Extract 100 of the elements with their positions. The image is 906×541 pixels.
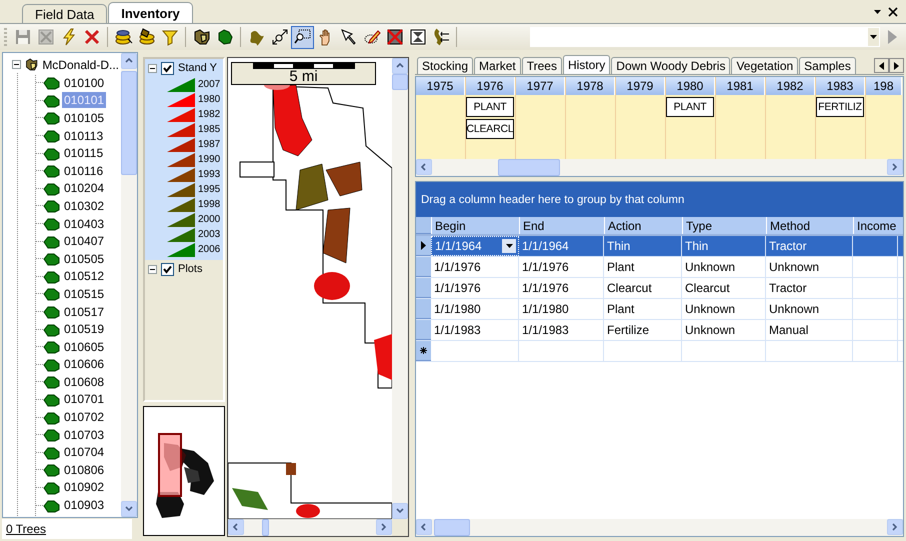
tab-scroll-button[interactable] [874,58,889,73]
scroll-thumb[interactable] [498,159,560,176]
tab[interactable]: Vegetation [731,57,798,74]
polygon-icon [43,462,60,478]
scroll-arrow-button[interactable] [416,159,432,175]
tab[interactable]: Down Woody Debris [611,57,730,74]
tree-item[interactable]: 010115 [62,145,106,162]
dropdown-button[interactable] [502,239,516,253]
table-row[interactable]: 1/1/1976 1/1/1976 Plant Unknown Unknown [416,257,903,278]
column-header[interactable]: Type [682,217,766,234]
table-cell: Unknown [766,299,853,319]
close-icon[interactable] [888,6,898,16]
tree-item[interactable]: 010605 [62,338,106,355]
legend-label: 1987 [198,139,220,150]
tree-item[interactable]: 010902 [62,479,106,496]
expander-icon[interactable] [148,64,157,72]
document-tab[interactable]: Field Data [22,4,108,23]
caret-down-icon [506,244,512,248]
scrollbar[interactable] [228,519,392,536]
expander-icon[interactable] [12,60,21,69]
tab[interactable]: History [562,55,610,74]
tree-item[interactable]: 010302 [62,198,106,214]
table-row[interactable]: 1/1/1964 1/1/1964 Thin Thin Tractor [416,236,903,257]
hourglass-frame-icon [408,28,426,46]
tab[interactable]: Market [474,57,521,74]
tree-item[interactable]: 010116 [62,162,106,179]
tree-item[interactable]: 010403 [62,216,106,232]
column-header[interactable]: Method [766,217,853,234]
document-tab[interactable]: Inventory [108,2,193,23]
checkbox[interactable] [161,262,174,276]
scroll-arrow-button[interactable] [392,503,408,519]
table-cell: Plant [604,299,682,319]
tree-item[interactable]: 010702 [62,409,106,426]
tree-item[interactable]: 010903 [62,497,106,514]
timeline-event[interactable]: CLEARCL [466,119,514,139]
year-header: 1983 [816,77,865,95]
table-row[interactable]: 1/1/1983 1/1/1983 Fertilize Unknown Manual [416,320,903,341]
scroll-arrow-button[interactable] [228,519,244,535]
scroll-thumb[interactable] [121,71,137,175]
tree-item[interactable]: 010704 [62,444,106,460]
combo-field[interactable] [530,27,880,47]
tree-item[interactable]: 010505 [62,250,106,267]
scroll-arrow-button[interactable] [376,519,392,535]
tree-item[interactable]: 010105 [62,110,106,126]
dropdown-button[interactable] [868,28,879,46]
scroll-arrow-button[interactable] [392,58,408,74]
scroll-thumb[interactable] [262,519,269,536]
tab[interactable]: Trees [522,57,562,74]
tree-item[interactable]: 010703 [62,426,106,443]
scrollbar[interactable] [416,519,903,536]
toolbar-button[interactable] [291,26,314,48]
expander-icon[interactable] [148,264,157,274]
tree-item[interactable]: 010204 [62,180,106,196]
tree-item[interactable]: 010519 [62,321,106,338]
cell-value: 1/1/1964 [435,239,482,253]
year-header: 1981 [716,77,765,95]
checkbox[interactable] [161,62,174,74]
tree-item[interactable]: 010701 [62,391,106,408]
row-header[interactable] [416,341,431,361]
timeline-event[interactable]: FERTILIZ [816,97,864,117]
row-header[interactable] [416,236,431,256]
timeline-event[interactable]: PLANT [666,97,714,117]
scrollbar[interactable] [392,58,408,519]
year-header: 1976 [466,77,515,95]
scroll-arrow-button[interactable] [121,53,137,69]
scrollbar[interactable] [416,159,903,176]
tab[interactable]: Stocking [417,57,474,74]
scroll-arrow-button[interactable] [887,519,903,535]
tree-item[interactable]: 010517 [62,304,106,320]
layer-label: Stand Y [178,62,217,74]
tab-scroll-button[interactable] [889,58,904,73]
paint-bucket-icon [138,28,156,46]
tree-item[interactable]: 010512 [62,268,106,284]
column-header[interactable]: Begin [431,217,519,234]
tree-item[interactable]: 010806 [62,462,106,478]
scroll-thumb[interactable] [392,74,408,90]
tree-item[interactable]: McDonald-D... [40,56,121,72]
scrollbar[interactable] [121,53,137,517]
chevron-up-icon [396,62,404,70]
tree-item[interactable]: 010606 [62,356,106,372]
legend-label: 2007 [198,79,220,90]
scroll-arrow-button[interactable] [887,159,903,175]
table-row[interactable]: 1/1/1980 1/1/1980 Plant Unknown Unknown [416,299,903,320]
tree-item[interactable]: 010113 [62,128,106,144]
scroll-arrow-button[interactable] [121,501,137,517]
column-header[interactable]: End [519,217,604,234]
tree-item[interactable]: 010608 [62,374,106,390]
column-header[interactable]: Income [853,217,898,234]
table-cell: Tractor [766,236,853,256]
tab[interactable]: Samples [799,57,856,74]
table-cell[interactable]: 1/1/1964 [431,236,519,256]
scroll-thumb[interactable] [434,519,470,536]
column-header[interactable]: Action [604,217,682,234]
table-row[interactable]: 1/1/1976 1/1/1976 Clearcut Clearcut Tractor [416,278,903,299]
scroll-arrow-button[interactable] [416,519,432,535]
tree-item[interactable]: 010100 [62,74,106,91]
tree-item[interactable]: 010515 [62,286,106,302]
tree-item[interactable]: 010407 [62,233,106,250]
table-cell: 1/1/1976 [431,278,519,298]
timeline-event[interactable]: PLANT [466,97,514,117]
